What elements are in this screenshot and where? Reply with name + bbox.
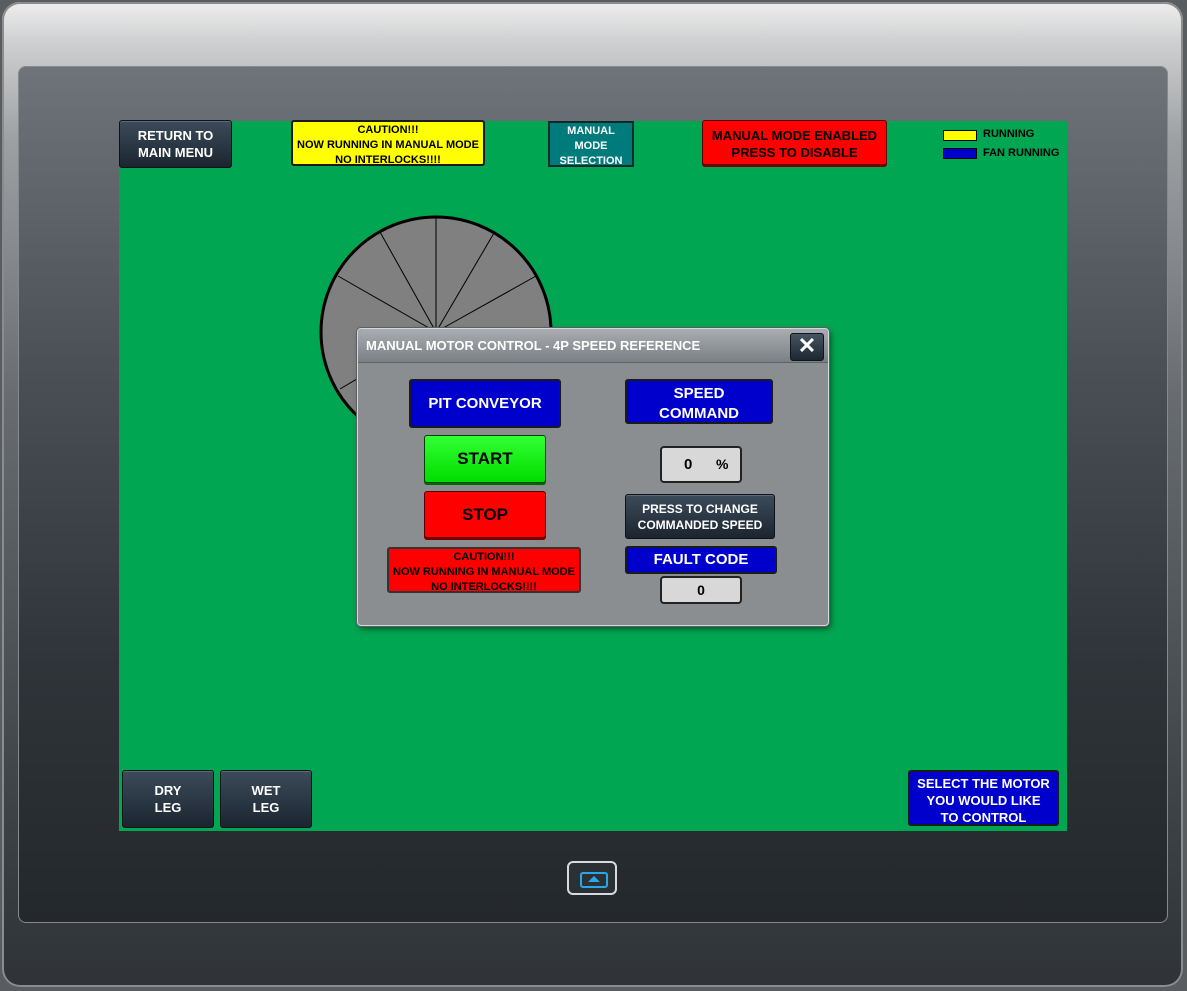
dialog-title: MANUAL MOTOR CONTROL - 4P SPEED REFERENC… [358, 329, 828, 363]
return-to-main-menu-button[interactable]: RETURN TO MAIN MENU [119, 120, 232, 168]
fault-code-display: 0 [660, 576, 742, 604]
stop-button[interactable]: STOP [424, 491, 546, 538]
manual-motor-control-dialog: MANUAL MOTOR CONTROL - 4P SPEED REFERENC… [357, 328, 829, 626]
motor-name-label: PIT CONVEYOR [409, 379, 561, 428]
manual-mode-toggle-button[interactable]: MANUAL MODE ENABLED PRESS TO DISABLE [702, 120, 887, 165]
legend-fan-running-label: FAN RUNNING [983, 147, 1060, 159]
device-home-button[interactable] [567, 861, 617, 895]
dry-leg-button[interactable]: DRY LEG [122, 770, 214, 828]
fault-code-label: FAULT CODE [625, 546, 777, 574]
speed-value: 0 [684, 456, 693, 473]
close-icon: ✕ [797, 333, 817, 358]
legend-running-label: RUNNING [983, 128, 1035, 140]
home-arrow-icon [580, 872, 608, 888]
start-button[interactable]: START [424, 435, 546, 483]
dialog-caution-text: CAUTION!!! NOW RUNNING IN MANUAL MODE NO… [387, 547, 581, 593]
speed-value-display: 0 % [660, 446, 742, 483]
caution-banner: CAUTION!!! NOW RUNNING IN MANUAL MODE NO… [291, 120, 485, 166]
legend-running-swatch [943, 130, 977, 141]
change-commanded-speed-button[interactable]: PRESS TO CHANGE COMMANDED SPEED [625, 494, 775, 539]
legend-fan-running-swatch [943, 148, 977, 159]
speed-command-label: SPEED COMMAND [625, 379, 773, 424]
wet-leg-button[interactable]: WET LEG [220, 770, 312, 828]
speed-unit: % [716, 456, 729, 472]
close-button[interactable]: ✕ [790, 333, 824, 361]
manual-mode-selection-label: MANUAL MODE SELECTION [548, 121, 634, 167]
select-motor-hint: SELECT THE MOTOR YOU WOULD LIKE TO CONTR… [908, 770, 1059, 826]
